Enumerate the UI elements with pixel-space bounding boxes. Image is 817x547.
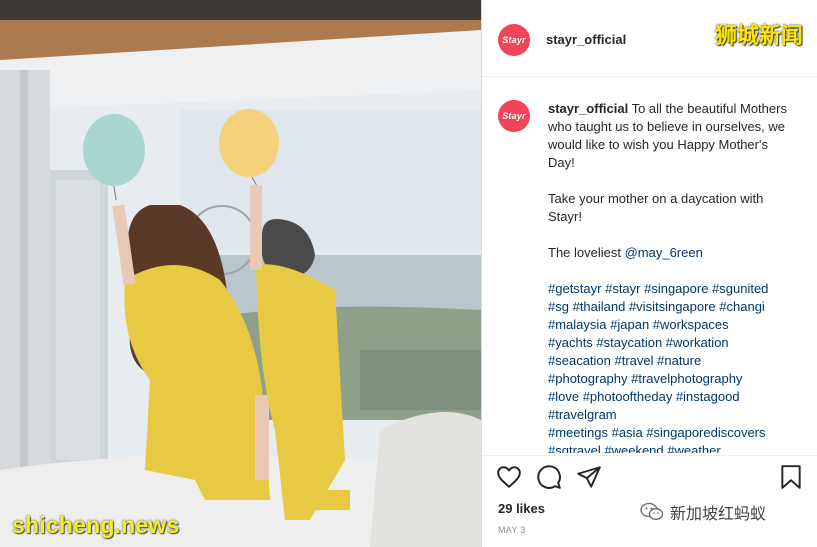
hashtags: #getstayr #stayr #singapore #sgunited #s… bbox=[548, 280, 798, 453]
hashtag-line[interactable]: #malaysia #japan #workspaces bbox=[548, 317, 729, 332]
comment-icon[interactable] bbox=[536, 464, 562, 490]
post-date[interactable]: MAY 3 bbox=[498, 525, 526, 535]
photo-illustration bbox=[0, 0, 481, 547]
username-link[interactable]: stayr_official bbox=[546, 32, 626, 47]
wechat-icon bbox=[640, 502, 664, 520]
share-icon[interactable] bbox=[576, 464, 602, 490]
hashtag-line[interactable]: #yachts #staycation #workation bbox=[548, 335, 729, 350]
post-photo[interactable]: shicheng.news bbox=[0, 0, 481, 547]
hashtag-line[interactable]: #seacation #travel #nature bbox=[548, 353, 701, 368]
hashtag-line[interactable]: #travelgram bbox=[548, 407, 617, 422]
hashtag-line[interactable]: #love #photooftheday #instagood bbox=[548, 389, 740, 404]
caption-username[interactable]: stayr_official bbox=[548, 101, 628, 116]
caption: stayr_official To all the beautiful Moth… bbox=[548, 100, 798, 453]
post-panel: Stayr stayr_official 狮城新闻 Stayr stayr_of… bbox=[482, 0, 817, 547]
news-watermark: 狮城新闻 bbox=[714, 23, 803, 48]
hashtag-line[interactable]: #sgtravel #weekend #weather bbox=[548, 443, 721, 453]
avatar[interactable]: Stayr bbox=[498, 24, 530, 56]
caption-paragraph: Take your mother on a daycation with Sta… bbox=[548, 191, 764, 224]
hashtag-line[interactable]: #photography #travelphotography bbox=[548, 371, 742, 386]
hashtag-line[interactable]: #sg #thailand #visitsingapore #changi bbox=[548, 299, 765, 314]
site-watermark: shicheng.news bbox=[12, 512, 180, 538]
wechat-watermark: 新加坡红蚂蚁 bbox=[640, 500, 766, 524]
hashtag-line[interactable]: #meetings #asia #singaporediscovers bbox=[548, 425, 766, 440]
bookmark-icon[interactable] bbox=[778, 464, 804, 490]
post-header: Stayr stayr_official 狮城新闻 bbox=[482, 0, 817, 77]
mention-link[interactable]: @may_6reen bbox=[625, 245, 703, 260]
comments-section[interactable]: Stayr stayr_official To all the beautifu… bbox=[482, 78, 817, 453]
caption-mention-prefix: The loveliest bbox=[548, 245, 625, 260]
like-count[interactable]: 29 likes bbox=[498, 501, 545, 516]
action-bar: 29 likes MAY 3 新加坡红蚂蚁 bbox=[482, 455, 817, 547]
heart-icon[interactable] bbox=[496, 464, 522, 490]
wechat-account-name: 新加坡红蚂蚁 bbox=[670, 506, 767, 523]
caption-avatar[interactable]: Stayr bbox=[498, 100, 530, 132]
hashtag-line[interactable]: #getstayr #stayr #singapore #sgunited bbox=[548, 281, 768, 296]
